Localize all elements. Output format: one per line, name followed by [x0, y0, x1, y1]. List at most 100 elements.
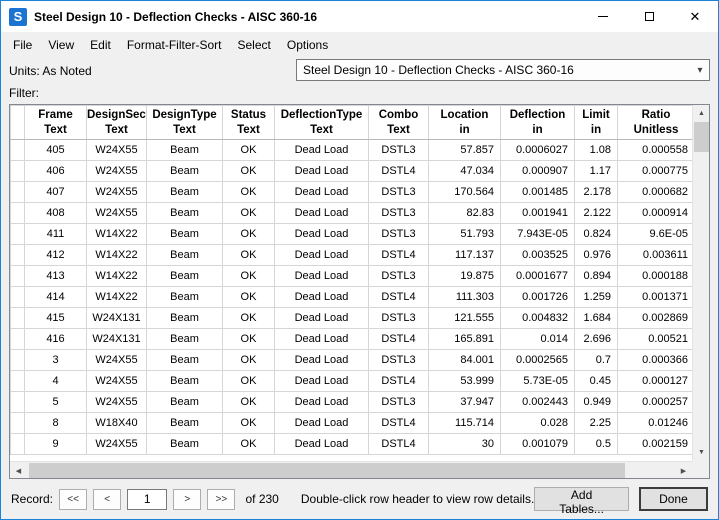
row-header[interactable]	[11, 392, 25, 413]
scroll-left-icon[interactable]: ◀	[10, 462, 27, 479]
column-header-deflectiontype[interactable]: DeflectionTypeText	[275, 106, 369, 140]
table-row[interactable]: 412W14X22BeamOKDead LoadDSTL4117.1370.00…	[11, 245, 693, 266]
table-row[interactable]: 414W14X22BeamOKDead LoadDSTL4111.3030.00…	[11, 287, 693, 308]
scroll-right-icon[interactable]: ▶	[675, 462, 692, 479]
units-label: Units: As Noted	[9, 64, 92, 78]
maximize-button[interactable]	[626, 1, 672, 32]
row-header[interactable]	[11, 413, 25, 434]
row-selector-header[interactable]	[11, 106, 25, 140]
add-tables-button[interactable]: Add Tables...	[534, 487, 629, 511]
row-header[interactable]	[11, 140, 25, 161]
row-header[interactable]	[11, 182, 25, 203]
cell: 412	[25, 245, 87, 266]
done-button[interactable]: Done	[639, 487, 708, 511]
cell: DSTL3	[369, 266, 429, 287]
column-header-ratio[interactable]: RatioUnitless	[618, 106, 693, 140]
cell: W14X22	[87, 287, 147, 308]
cell: 2.122	[575, 203, 618, 224]
table-row[interactable]: 3W24X55BeamOKDead LoadDSTL384.0010.00025…	[11, 350, 693, 371]
cell: W24X55	[87, 392, 147, 413]
cell: 19.875	[429, 266, 501, 287]
table-row[interactable]: 8W18X40BeamOKDead LoadDSTL4115.7140.0282…	[11, 413, 693, 434]
next-record-button[interactable]: >	[173, 489, 201, 510]
cell: 2.25	[575, 413, 618, 434]
cell: DSTL4	[369, 413, 429, 434]
column-header-limit[interactable]: Limitin	[575, 106, 618, 140]
horizontal-scroll-thumb[interactable]	[29, 463, 625, 478]
menu-item-options[interactable]: Options	[279, 34, 336, 56]
row-header[interactable]	[11, 308, 25, 329]
table-row[interactable]: 413W14X22BeamOKDead LoadDSTL319.8750.000…	[11, 266, 693, 287]
cell: Dead Load	[275, 140, 369, 161]
cell: 0.001371	[618, 287, 693, 308]
cell: Dead Load	[275, 203, 369, 224]
cell: Beam	[147, 203, 223, 224]
scroll-up-icon[interactable]: ▲	[693, 105, 710, 122]
prev-record-button[interactable]: <	[93, 489, 121, 510]
column-header-combo[interactable]: ComboText	[369, 106, 429, 140]
column-header-deflection[interactable]: Deflectionin	[501, 106, 575, 140]
cell: 0.014	[501, 329, 575, 350]
minimize-button[interactable]	[580, 1, 626, 32]
cell: Dead Load	[275, 224, 369, 245]
menu-item-view[interactable]: View	[40, 34, 82, 56]
app-icon[interactable]: S	[9, 8, 27, 26]
cell: 406	[25, 161, 87, 182]
column-header-status[interactable]: StatusText	[223, 106, 275, 140]
cell: 2.178	[575, 182, 618, 203]
scroll-down-icon[interactable]: ▼	[693, 444, 710, 461]
cell: 413	[25, 266, 87, 287]
row-header[interactable]	[11, 203, 25, 224]
table-row[interactable]: 416W24X131BeamOKDead LoadDSTL4165.8910.0…	[11, 329, 693, 350]
row-header[interactable]	[11, 224, 25, 245]
column-header-location[interactable]: Locationin	[429, 106, 501, 140]
cell: W14X22	[87, 266, 147, 287]
row-header[interactable]	[11, 371, 25, 392]
table-row[interactable]: 9W24X55BeamOKDead LoadDSTL4300.0010790.5…	[11, 434, 693, 455]
row-header[interactable]	[11, 266, 25, 287]
vertical-scroll-thumb[interactable]	[694, 122, 709, 152]
cell: 0.028	[501, 413, 575, 434]
menu-item-select[interactable]: Select	[230, 34, 279, 56]
row-header[interactable]	[11, 350, 25, 371]
table-row[interactable]: 411W14X22BeamOKDead LoadDSTL351.7937.943…	[11, 224, 693, 245]
cell: 407	[25, 182, 87, 203]
menu-item-format-filter-sort[interactable]: Format-Filter-Sort	[119, 34, 230, 56]
vertical-scrollbar[interactable]: ▲ ▼	[692, 105, 709, 461]
horizontal-scroll-track[interactable]	[27, 462, 675, 478]
last-record-button[interactable]: >>	[207, 489, 235, 510]
table-row[interactable]: 406W24X55BeamOKDead LoadDSTL447.0340.000…	[11, 161, 693, 182]
column-header-frame[interactable]: FrameText	[25, 106, 87, 140]
cell: DSTL3	[369, 308, 429, 329]
menu-item-edit[interactable]: Edit	[82, 34, 119, 56]
record-number-input[interactable]	[127, 489, 167, 510]
cell: 4	[25, 371, 87, 392]
cell: Dead Load	[275, 287, 369, 308]
cell: OK	[223, 350, 275, 371]
row-header[interactable]	[11, 245, 25, 266]
table-row[interactable]: 405W24X55BeamOKDead LoadDSTL357.8570.000…	[11, 140, 693, 161]
column-header-designtype[interactable]: DesignTypeText	[147, 106, 223, 140]
column-header-designsect[interactable]: DesignSectText	[87, 106, 147, 140]
first-record-button[interactable]: <<	[59, 489, 87, 510]
minimize-icon	[598, 16, 608, 17]
row-header[interactable]	[11, 329, 25, 350]
row-header[interactable]	[11, 161, 25, 182]
row-header[interactable]	[11, 434, 25, 455]
horizontal-scrollbar[interactable]: ◀ ▶	[10, 461, 692, 478]
table-row[interactable]: 4W24X55BeamOKDead LoadDSTL453.9995.73E-0…	[11, 371, 693, 392]
table-row[interactable]: 5W24X55BeamOKDead LoadDSTL337.9470.00244…	[11, 392, 693, 413]
cell: DSTL3	[369, 182, 429, 203]
table-selector-dropdown[interactable]: Steel Design 10 - Deflection Checks - AI…	[296, 59, 710, 81]
hint-text: Double-click row header to view row deta…	[301, 492, 534, 506]
row-header[interactable]	[11, 287, 25, 308]
cell: 0.0002565	[501, 350, 575, 371]
cell: 9.6E-05	[618, 224, 693, 245]
table-row[interactable]: 408W24X55BeamOKDead LoadDSTL382.830.0019…	[11, 203, 693, 224]
table-row[interactable]: 415W24X131BeamOKDead LoadDSTL3121.5550.0…	[11, 308, 693, 329]
cell: DSTL3	[369, 392, 429, 413]
table-row[interactable]: 407W24X55BeamOKDead LoadDSTL3170.5640.00…	[11, 182, 693, 203]
cell: 0.01246	[618, 413, 693, 434]
menu-item-file[interactable]: File	[5, 34, 40, 56]
close-button[interactable]: ✕	[672, 1, 718, 32]
